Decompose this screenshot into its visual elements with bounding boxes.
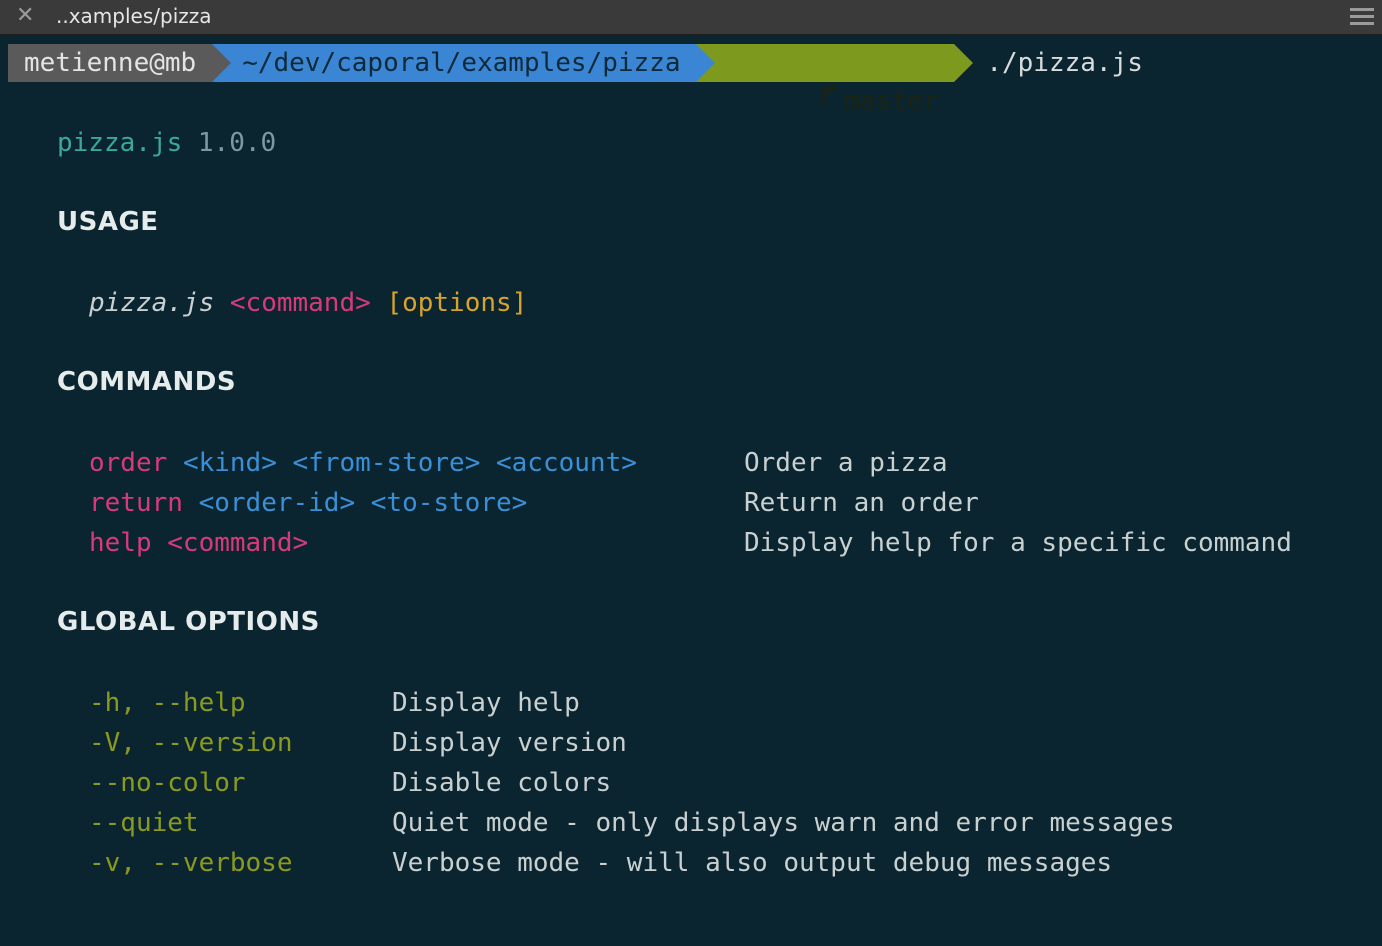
option-flag: --no-color	[89, 768, 246, 798]
prompt-user: metienne@mb	[24, 48, 197, 78]
program-name: pizza.js	[57, 128, 183, 158]
commands-heading: COMMANDS	[57, 367, 237, 397]
option-flag: -V, --version	[89, 728, 293, 758]
git-branch-icon	[823, 83, 837, 107]
global-options-heading: GLOBAL OPTIONS	[57, 607, 320, 637]
prompt-path-segment: ~/dev/caporal/examples/pizza	[212, 44, 716, 82]
usage-command-arg: <command>	[229, 288, 371, 318]
prompt-command: ./pizza.js	[986, 48, 1143, 78]
terminal-output[interactable]: metienne@mb ~/dev/caporal/examples/pizza…	[0, 36, 1382, 946]
option-description: Verbose mode - will also output debug me…	[392, 848, 1113, 878]
command-name: order	[89, 448, 168, 478]
command-args: <order-id> <to-store>	[198, 488, 528, 518]
command-description: Display help for a specific command	[744, 528, 1292, 558]
command-description: Return an order	[744, 488, 979, 518]
close-icon[interactable]: ✕	[16, 3, 34, 28]
option-flag: --quiet	[89, 808, 199, 838]
option-description: Display version	[392, 728, 627, 758]
program-version: 1.0.0	[197, 128, 277, 158]
option-description: Disable colors	[392, 768, 612, 798]
prompt-branch: master	[844, 86, 939, 116]
option-flag: -v, --verbose	[89, 848, 293, 878]
usage-line: pizza.js <command> [options]	[89, 287, 527, 319]
command-args: <command>	[167, 528, 309, 558]
window-title: ..xamples/pizza	[56, 4, 212, 28]
command-name: help	[89, 528, 152, 558]
usage-program: pizza.js	[89, 288, 215, 318]
prompt-path: ~/dev/caporal/examples/pizza	[242, 48, 681, 78]
window-titlebar: ✕ ..xamples/pizza	[0, 0, 1382, 36]
command-name: return	[89, 488, 183, 518]
option-flag: -h, --help	[89, 688, 246, 718]
prompt-git-segment: master	[696, 44, 974, 116]
usage-heading: USAGE	[57, 207, 159, 237]
command-row: return <order-id> <to-store>	[89, 487, 527, 519]
command-row: help <command>	[89, 527, 308, 559]
option-description: Display help	[392, 688, 580, 718]
shell-prompt: metienne@mb ~/dev/caporal/examples/pizza…	[8, 44, 1143, 116]
prompt-user-segment: metienne@mb	[8, 44, 232, 82]
usage-options-arg: [options]	[386, 288, 528, 318]
command-row: order <kind> <from-store> <account>	[89, 447, 637, 479]
hamburger-menu-icon[interactable]	[1350, 8, 1374, 26]
command-args: <kind> <from-store> <account>	[182, 448, 637, 478]
option-description: Quiet mode - only displays warn and erro…	[392, 808, 1175, 838]
command-description: Order a pizza	[744, 448, 948, 478]
program-version-line: pizza.js 1.0.0	[57, 127, 276, 159]
